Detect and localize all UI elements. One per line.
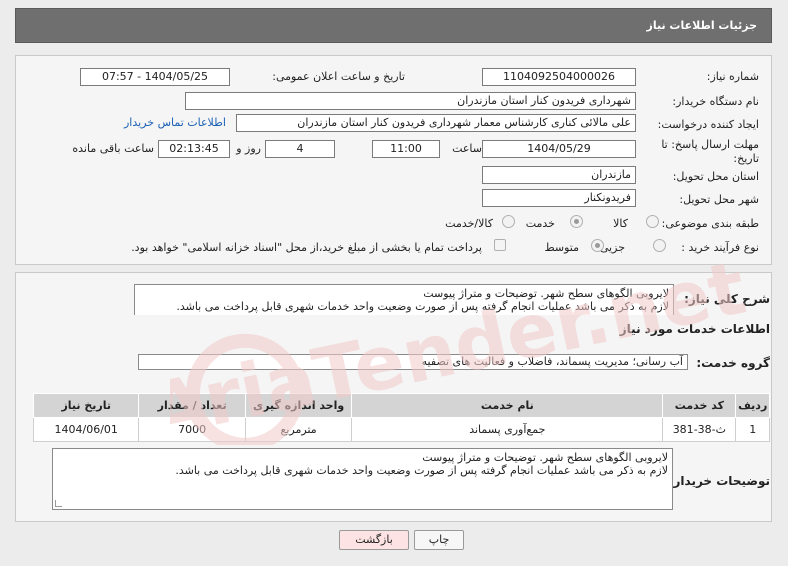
cell-quantity: 7000 xyxy=(138,417,246,442)
treasury-payment-checkbox[interactable] xyxy=(494,239,506,251)
remaining-time-label: ساعت باقی مانده xyxy=(72,142,154,155)
province-field: مازندران xyxy=(482,166,636,184)
announce-field: 1404/05/25 - 07:57 xyxy=(80,68,230,86)
province-label: استان محل تحویل: xyxy=(672,170,759,183)
summary-label: شرح کلی نیاز: xyxy=(684,292,770,306)
service-group-field: آب رسانی؛ مدیریت پسماند، فاضلاب و فعالیت… xyxy=(138,354,688,370)
treasury-payment-note: پرداخت تمام یا بخشی از مبلغ خرید،از محل … xyxy=(131,241,482,254)
process-label: نوع فرآیند خرید : xyxy=(681,241,759,254)
buyer-notes-line-2: لازم به ذکر می باشد عملیات انجام گرفته پ… xyxy=(175,464,668,477)
category-option-goods: کالا xyxy=(613,217,628,230)
cell-service-code: ث-38-381 xyxy=(662,417,737,442)
city-label: شهر محل تحویل: xyxy=(679,193,759,206)
resize-grip-icon[interactable] xyxy=(55,500,62,507)
need-number-label: شماره نیاز: xyxy=(706,70,759,83)
col-service-code: کد خدمت xyxy=(662,393,737,418)
announce-label: تاریخ و ساعت اعلان عمومی: xyxy=(272,70,405,83)
city-field: فریدونکنار xyxy=(482,189,636,207)
deadline-time-label: ساعت xyxy=(452,142,482,155)
remaining-time-field: 02:13:45 xyxy=(158,140,230,158)
deadline-date-field: 1404/05/29 xyxy=(482,140,636,158)
days-label: روز و xyxy=(236,142,261,155)
col-service-name: نام خدمت xyxy=(351,393,664,418)
process-radio-minor[interactable] xyxy=(653,239,666,252)
deadline-label: مهلت ارسال پاسخ: تا xyxy=(661,138,759,151)
back-button[interactable]: بازگشت xyxy=(339,530,409,550)
need-number-field: 1104092504000026 xyxy=(482,68,636,86)
page-header: جزئیات اطلاعات نیاز xyxy=(15,8,772,43)
service-group-label: گروه خدمت: xyxy=(696,356,770,370)
cell-service-name: جمع‌آوری پسماند xyxy=(351,417,664,442)
buyer-notes-textarea: لایروبی الگوهای سطح شهر. توضیحات و متراژ… xyxy=(52,448,673,510)
deadline-label-date: تاریخ: xyxy=(733,152,759,165)
table-row: 1 ث-38-381 جمع‌آوری پسماند مترمربع 7000 … xyxy=(32,417,770,442)
services-table: ردیف کد خدمت نام خدمت واحد اندازه گیری ت… xyxy=(32,393,770,442)
requester-field: علی مالائی کناری کارشناس معمار شهرداری ف… xyxy=(236,114,636,132)
category-radio-goods-service[interactable] xyxy=(502,215,515,228)
services-section-title: اطلاعات خدمات مورد نیاز xyxy=(619,322,770,336)
category-option-service: خدمت xyxy=(525,217,555,230)
col-unit: واحد اندازه گیری xyxy=(244,393,353,418)
services-table-header: ردیف کد خدمت نام خدمت واحد اندازه گیری ت… xyxy=(32,393,770,418)
category-label: طبقه بندی موضوعی: xyxy=(661,217,759,230)
cell-need-date: 1404/06/01 xyxy=(32,417,140,442)
buyer-notes-label: توضیحات خریدار: xyxy=(668,474,770,488)
page-title: جزئیات اطلاعات نیاز xyxy=(646,19,758,32)
col-quantity: تعداد / مقدار xyxy=(138,393,246,418)
contact-buyer-link[interactable]: اطلاعات تماس خریدار xyxy=(124,116,226,129)
summary-line-1: لایروبی الگوهای سطح شهر. توضیحات و متراژ… xyxy=(423,287,669,300)
category-option-goods-service: کالا/خدمت xyxy=(445,217,493,230)
category-radio-service[interactable] xyxy=(570,215,583,228)
buyer-org-label: نام دستگاه خریدار: xyxy=(672,95,759,108)
col-need-date: تاریخ نیاز xyxy=(32,393,140,418)
days-field: 4 xyxy=(265,140,335,158)
summary-textarea: لایروبی الگوهای سطح شهر. توضیحات و متراژ… xyxy=(134,284,674,315)
requester-label: ایجاد کننده درخواست: xyxy=(657,118,759,131)
buyer-org-field: شهرداری فریدون کنار استان مازندران xyxy=(185,92,636,110)
category-radio-goods[interactable] xyxy=(646,215,659,228)
print-button[interactable]: چاپ xyxy=(414,530,464,550)
summary-line-2: لازم به ذکر می باشد عملیات انجام گرفته پ… xyxy=(176,300,669,313)
deadline-time-field: 11:00 xyxy=(372,140,440,158)
need-info-panel xyxy=(15,55,772,265)
col-row-number: ردیف xyxy=(735,393,770,418)
cell-row-number: 1 xyxy=(735,417,770,442)
process-radio-medium[interactable] xyxy=(591,239,604,252)
buyer-notes-line-1: لایروبی الگوهای سطح شهر. توضیحات و متراژ… xyxy=(422,451,668,464)
cell-unit: مترمربع xyxy=(244,417,353,442)
process-option-medium: متوسط xyxy=(544,241,579,254)
